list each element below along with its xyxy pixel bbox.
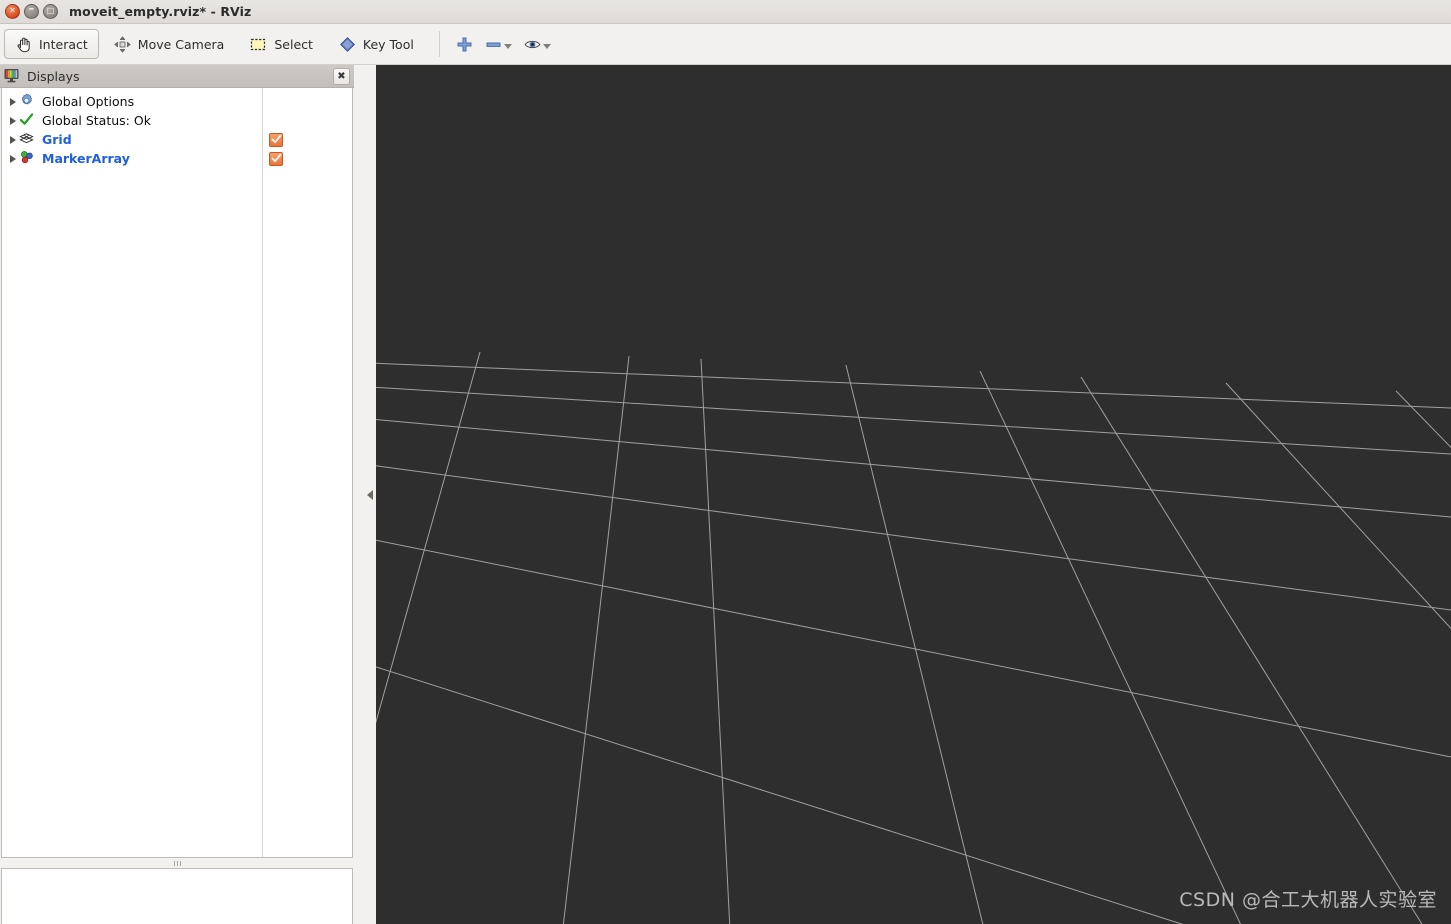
displays-panel-title: Displays	[27, 68, 80, 84]
tool-interact-label: Interact	[39, 36, 88, 52]
render-viewport[interactable]: CSDN @合工大机器人实验室	[376, 65, 1451, 924]
eye-icon	[524, 36, 541, 53]
grid-icon	[19, 131, 36, 148]
toolbar-separator	[438, 31, 440, 57]
tree-column-divider[interactable]	[262, 88, 263, 857]
tool-move-camera-label: Move Camera	[137, 36, 225, 52]
select-rectangle-icon	[250, 36, 267, 53]
tool-interact[interactable]: Interact	[4, 29, 99, 59]
tree-row-global-options[interactable]: Global Options	[2, 92, 352, 111]
expand-arrow-icon[interactable]	[6, 135, 19, 144]
gear-icon	[19, 93, 36, 110]
grid-visibility-checkbox[interactable]	[269, 132, 283, 147]
remove-tool-button[interactable]	[479, 29, 518, 59]
tool-select[interactable]: Select	[239, 29, 324, 59]
grid-render	[376, 351, 1451, 924]
tree-row-grid[interactable]: Grid	[2, 130, 352, 149]
close-window-button[interactable]: ✕	[5, 4, 20, 19]
minus-icon	[485, 36, 502, 53]
close-panel-button[interactable]: ✖	[333, 67, 350, 85]
displays-tree[interactable]: Global Options Global Status: Ok Grid Ma…	[1, 88, 353, 858]
move-camera-icon	[113, 35, 131, 53]
expand-arrow-icon[interactable]	[6, 97, 19, 106]
visibility-button[interactable]	[518, 29, 557, 59]
tree-row-marker-array[interactable]: MarkerArray	[2, 149, 352, 168]
maximize-icon: □	[46, 5, 55, 15]
tree-label-global-status: Global Status: Ok	[42, 113, 151, 128]
tool-key-tool[interactable]: Key Tool	[328, 29, 425, 59]
plus-icon	[456, 36, 473, 53]
splitter-grip-icon	[173, 861, 181, 866]
monitor-icon	[4, 68, 21, 85]
expand-arrow-icon[interactable]	[6, 116, 19, 125]
tree-label-marker-array: MarkerArray	[42, 151, 130, 166]
window-title: moveit_empty.rviz* - RViz	[69, 4, 252, 19]
minimize-window-button[interactable]: –	[24, 2, 39, 19]
check-icon	[19, 112, 36, 129]
maximize-window-button[interactable]: □	[43, 4, 58, 19]
tool-move-camera[interactable]: Move Camera	[103, 29, 236, 59]
window-titlebar: ✕ – □ moveit_empty.rviz* - RViz	[0, 0, 1451, 24]
close-icon: ✖	[337, 70, 346, 82]
displays-panel: Displays ✖ Global Options Global Status:…	[0, 65, 354, 924]
chevron-down-icon	[503, 43, 512, 49]
chevron-down-icon	[542, 43, 551, 49]
panel-collapse-handle[interactable]	[366, 488, 374, 502]
marker-array-visibility-checkbox[interactable]	[269, 151, 283, 166]
marker-array-icon	[19, 150, 36, 167]
main-toolbar: Interact Move Camera Select Key Tool	[0, 24, 1451, 65]
rviz-window: ✕ – □ moveit_empty.rviz* - RViz Interact	[0, 0, 1451, 924]
watermark-text: CSDN @合工大机器人实验室	[1179, 889, 1437, 911]
tool-select-label: Select	[274, 36, 313, 52]
tree-row-global-status[interactable]: Global Status: Ok	[2, 111, 352, 130]
key-diamond-icon	[339, 36, 356, 53]
tree-label-global-options: Global Options	[42, 94, 135, 109]
hand-cursor-icon	[15, 36, 32, 53]
close-icon: ✕	[9, 6, 16, 15]
tree-label-grid: Grid	[42, 132, 72, 147]
panel-splitter[interactable]	[0, 859, 354, 868]
chevron-left-icon	[367, 490, 373, 500]
displays-panel-titlebar: Displays ✖	[0, 65, 354, 88]
tool-key-tool-label: Key Tool	[362, 36, 414, 52]
minimize-icon: –	[28, 2, 35, 15]
window-controls: ✕ – □	[0, 2, 58, 19]
property-editor-area[interactable]	[1, 868, 353, 924]
add-tool-button[interactable]	[450, 29, 479, 59]
expand-arrow-icon[interactable]	[6, 154, 19, 163]
